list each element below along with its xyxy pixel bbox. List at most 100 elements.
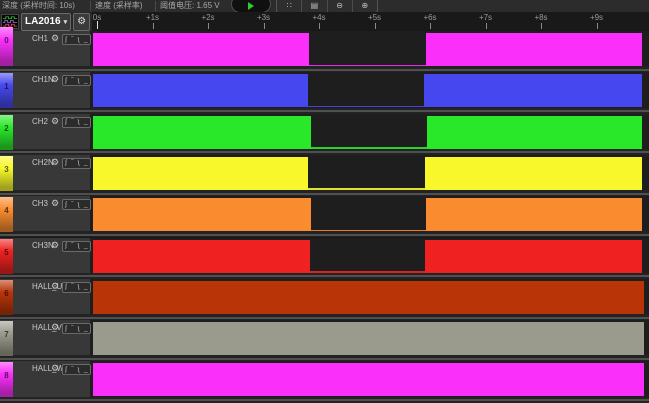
channel-gear-icon[interactable]: ⚙: [51, 322, 59, 332]
trigger-high-level-icon[interactable]: ‾: [71, 77, 73, 85]
signal-high-segment: [93, 281, 644, 314]
trigger-selector-group: ʃ ‾ ʅ _: [62, 199, 91, 210]
channel-gear-icon[interactable]: ⚙: [51, 281, 59, 291]
trigger-high-level-icon[interactable]: ‾: [71, 283, 73, 291]
trigger-low-level-icon[interactable]: _: [84, 36, 88, 44]
signal-high-segment: [93, 157, 308, 190]
trigger-low-level-icon[interactable]: _: [84, 366, 88, 374]
trigger-high-level-icon[interactable]: ‾: [71, 36, 73, 44]
trigger-selector-group: ʃ ‾ ʅ _: [62, 117, 91, 128]
trigger-rising-edge-icon[interactable]: ʃ: [65, 201, 66, 209]
channel-color-strip: 2: [0, 115, 13, 150]
channel-row-ch2: 2 CH2⚙ ʃ ‾ ʅ _: [0, 114, 649, 155]
channel-gear-icon[interactable]: ⚙: [51, 240, 59, 250]
channel-row-ch1n: 1CH1N⚙ʃ‾ʅ_: [0, 72, 649, 113]
signal-high-segment: [93, 363, 644, 396]
channel-color-strip: 0: [0, 27, 13, 66]
trigger-low-level-icon[interactable]: _: [84, 118, 88, 126]
trigger-high-level-icon[interactable]: ‾: [71, 201, 73, 209]
trigger-falling-edge-icon[interactable]: ʅ: [78, 283, 79, 291]
trigger-rising-edge-icon[interactable]: ʃ: [65, 118, 66, 126]
channel-name-label: HALL_W: [32, 364, 64, 373]
trigger-selector-group: ʃ ‾ ʅ _: [62, 34, 91, 45]
channel-number: 4: [0, 206, 13, 215]
trigger-low-level-icon[interactable]: _: [84, 77, 88, 85]
channel-name-label: CH3: [32, 199, 48, 208]
signal-high-segment: [93, 116, 311, 149]
trigger-selector-group: ʃ ‾ ʅ _: [62, 75, 91, 86]
trigger-high-level-icon[interactable]: ‾: [71, 325, 73, 333]
channel-number: 2: [0, 124, 13, 133]
trigger-selector-group: ʃ ‾ ʅ _: [62, 364, 91, 375]
trigger-rising-edge-icon[interactable]: ʃ: [65, 242, 66, 250]
channel-gear-icon[interactable]: ⚙: [51, 33, 59, 43]
signal-high-segment: [93, 198, 311, 231]
channel-gear-icon[interactable]: ⚙: [51, 74, 59, 84]
trigger-rising-edge-icon[interactable]: ʃ: [65, 325, 66, 333]
signal-high-segment: [93, 33, 309, 66]
trigger-selector-group: ʃ ‾ ʅ _: [62, 323, 91, 334]
trigger-falling-edge-icon[interactable]: ʅ: [78, 159, 79, 167]
row-separator-line: [0, 317, 649, 319]
trigger-high-level-icon[interactable]: ‾: [71, 366, 73, 374]
row-separator: [0, 397, 649, 403]
channel-gear-icon[interactable]: ⚙: [51, 198, 59, 208]
channel-number: 6: [0, 289, 13, 298]
channel-number: 1: [0, 82, 13, 91]
trigger-falling-edge-icon[interactable]: ʅ: [78, 118, 79, 126]
channel-name-label: CH2: [32, 117, 48, 126]
signal-high-segment: [426, 33, 642, 66]
trigger-selector-group: ʃ ‾ ʅ _: [62, 241, 91, 252]
trigger-falling-edge-icon[interactable]: ʅ: [78, 77, 79, 85]
trigger-falling-edge-icon[interactable]: ʅ: [78, 242, 79, 250]
signal-high-segment: [426, 198, 642, 231]
channel-name-label: CH1: [32, 34, 48, 43]
trigger-rising-edge-icon[interactable]: ʃ: [65, 283, 66, 291]
trigger-low-level-icon[interactable]: _: [84, 159, 88, 167]
channel-number: 7: [0, 330, 13, 339]
trigger-falling-edge-icon[interactable]: ʅ: [78, 366, 79, 374]
trigger-low-level-icon[interactable]: _: [84, 283, 88, 291]
channel-gear-icon[interactable]: ⚙: [51, 363, 59, 373]
row-separator-line: [0, 151, 649, 153]
channel-color-strip: 6: [0, 280, 13, 315]
trigger-selector-group: ʃ ‾ ʅ _: [62, 282, 91, 293]
channel-gear-icon[interactable]: ⚙: [51, 116, 59, 126]
channel-gear-icon[interactable]: ⚙: [51, 157, 59, 167]
trigger-low-level-icon[interactable]: _: [84, 325, 88, 333]
signal-high-segment: [93, 322, 644, 355]
trigger-high-level-icon[interactable]: ‾: [71, 118, 73, 126]
channel-row-ch3: 4 CH3⚙ ʃ ‾ ʅ _: [0, 196, 649, 237]
channel-row-ch3n: 5CH3N⚙ʃ‾ʅ_: [0, 238, 649, 279]
trigger-high-level-icon[interactable]: ‾: [71, 159, 73, 167]
trigger-falling-edge-icon[interactable]: ʅ: [78, 201, 79, 209]
channel-color-strip: 3: [0, 156, 13, 191]
channel-number: 5: [0, 248, 13, 257]
channel-rows: 0CH1⚙ʃ‾ʅ_1CH1N⚙ʃ‾ʅ_2CH2⚙ʃ‾ʅ_3CH2N⚙ʃ‾ʅ_4C…: [0, 0, 649, 403]
trigger-falling-edge-icon[interactable]: ʅ: [78, 36, 79, 44]
signal-high-segment: [93, 240, 310, 273]
channel-color-strip: 4: [0, 197, 13, 232]
channel-row-hall_w: 8 HALL_W⚙ ʃ ‾ ʅ _: [0, 361, 649, 402]
channel-color-strip: 5: [0, 239, 13, 274]
signal-high-segment: [424, 74, 642, 107]
trigger-low-level-icon[interactable]: _: [84, 242, 88, 250]
app-window: 深度 (采样时间: 10s) 速度 (采样率) 阈值电压: 1.65 V ∷ ▤…: [0, 0, 649, 403]
channel-number: 3: [0, 165, 13, 174]
row-separator-line: [0, 358, 649, 360]
trigger-rising-edge-icon[interactable]: ʃ: [65, 159, 66, 167]
trigger-high-level-icon[interactable]: ‾: [71, 242, 73, 250]
channel-row-ch2n: 3CH2N⚙ʃ‾ʅ_: [0, 155, 649, 196]
channel-row-hall_u: 6HALL_U⚙ʃ‾ʅ_: [0, 279, 649, 320]
trigger-rising-edge-icon[interactable]: ʃ: [65, 36, 66, 44]
signal-high-segment: [427, 116, 642, 149]
channel-color-strip: 7: [0, 321, 13, 356]
trigger-low-level-icon[interactable]: _: [84, 201, 88, 209]
row-separator-line: [0, 110, 649, 112]
row-separator-line: [0, 399, 649, 401]
channel-number: 8: [0, 371, 13, 380]
trigger-rising-edge-icon[interactable]: ʃ: [65, 366, 66, 374]
trigger-falling-edge-icon[interactable]: ʅ: [78, 325, 79, 333]
trigger-rising-edge-icon[interactable]: ʃ: [65, 77, 66, 85]
channel-number: 0: [0, 36, 13, 45]
